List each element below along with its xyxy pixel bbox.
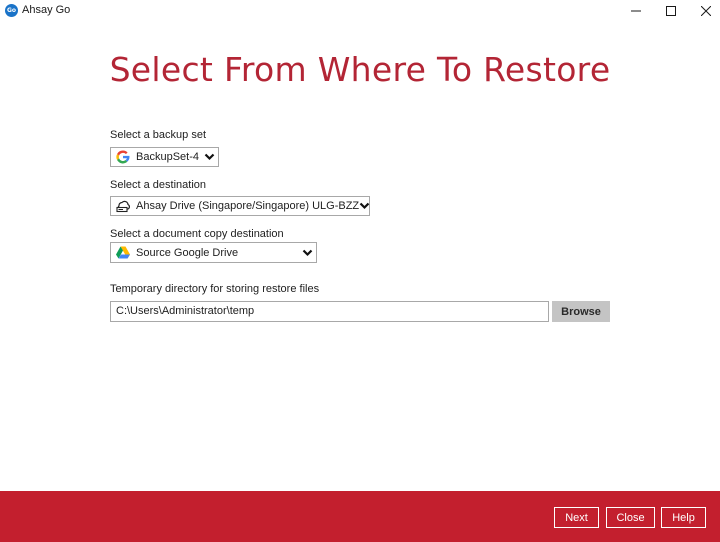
destination-label: Select a destination bbox=[110, 179, 207, 191]
app-title: Ahsay Go bbox=[22, 4, 71, 16]
google-drive-icon bbox=[115, 245, 131, 261]
window-titlebar: Go Ahsay Go bbox=[0, 0, 720, 22]
chevron-down-icon bbox=[200, 147, 218, 167]
page-title: Select From Where To Restore bbox=[109, 50, 611, 89]
maximize-icon bbox=[666, 6, 676, 16]
app-icon-text: Go bbox=[6, 7, 17, 14]
temp-dir-input[interactable]: C:\Users\Administrator\temp bbox=[110, 301, 549, 322]
close-icon bbox=[701, 6, 711, 16]
chevron-down-icon bbox=[298, 243, 316, 263]
window-close-button[interactable] bbox=[688, 0, 720, 22]
minimize-icon bbox=[631, 10, 641, 12]
chevron-down-icon bbox=[359, 196, 370, 216]
next-button[interactable]: Next bbox=[554, 507, 599, 528]
backup-set-label: Select a backup set bbox=[110, 129, 207, 141]
backup-set-value: BackupSet-4 bbox=[136, 151, 199, 163]
doc-copy-destination-label: Select a document copy destination bbox=[110, 228, 284, 240]
google-g-icon bbox=[115, 149, 131, 165]
destination-value: Ahsay Drive (Singapore/Singapore) ULG-BZ… bbox=[136, 200, 360, 212]
browse-button[interactable]: Browse bbox=[552, 301, 610, 322]
maximize-button[interactable] bbox=[653, 0, 689, 22]
close-button[interactable]: Close bbox=[606, 507, 655, 528]
doc-copy-destination-value: Source Google Drive bbox=[136, 246, 239, 259]
temp-dir-label: Temporary directory for storing restore … bbox=[110, 283, 320, 295]
app-logo-icon: Go bbox=[5, 4, 18, 17]
destination-select[interactable]: Ahsay Drive (Singapore/Singapore) ULG-BZ… bbox=[110, 196, 370, 216]
help-button[interactable]: Help bbox=[661, 507, 706, 528]
minimize-button[interactable] bbox=[618, 0, 654, 22]
backup-set-select[interactable]: BackupSet-4 bbox=[110, 147, 219, 167]
cloud-drive-icon bbox=[115, 198, 131, 214]
doc-copy-destination-select[interactable]: Source Google Drive bbox=[110, 242, 317, 263]
